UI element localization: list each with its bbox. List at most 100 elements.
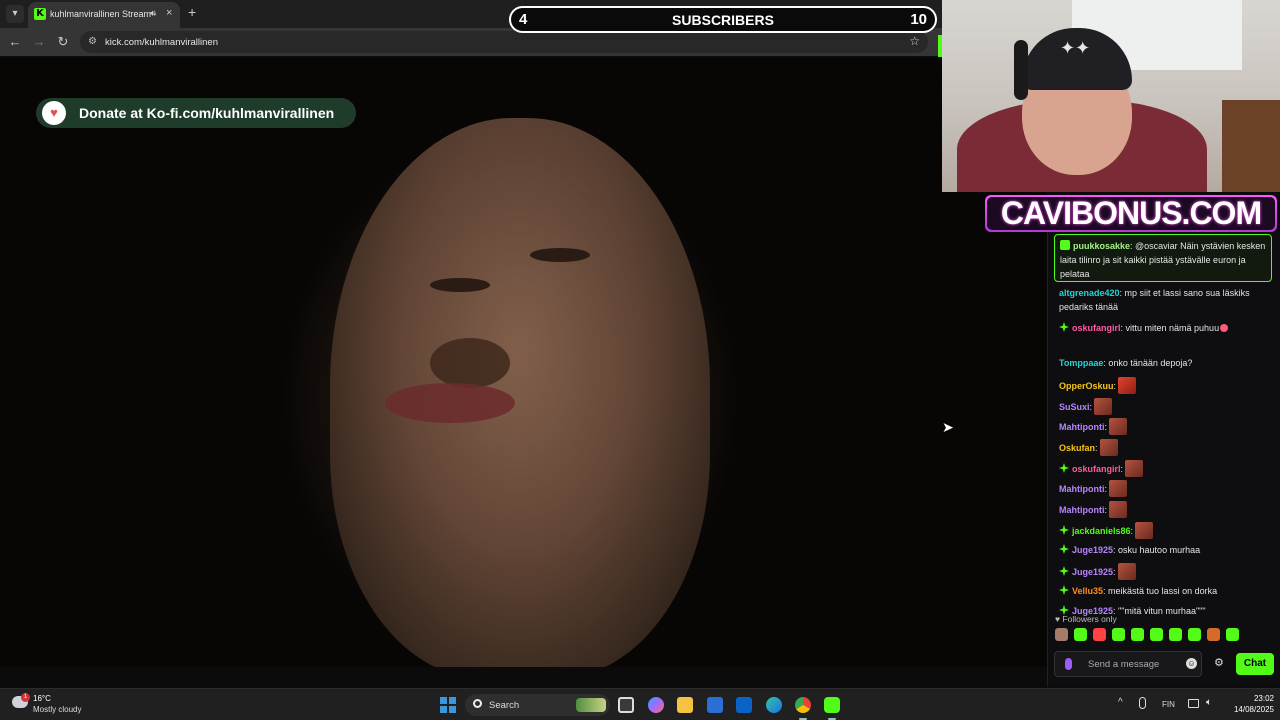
followers-only-text: Followers only [1062, 614, 1117, 624]
file-explorer-icon[interactable] [677, 697, 693, 713]
chat-username[interactable]: Juge1925 [1072, 545, 1113, 555]
network-icon[interactable] [1188, 699, 1199, 708]
chat-message: altgrenade420: mp siit et lassi sano sua… [1059, 286, 1269, 314]
emote-icon [1109, 418, 1128, 435]
outlook-icon[interactable] [736, 697, 752, 713]
mouse-cursor-icon: ➤ [942, 419, 954, 435]
clock-time[interactable]: 23:02 [1228, 694, 1274, 703]
tab-search-icon[interactable]: ▾ [6, 5, 24, 23]
quick-emote-icon[interactable] [1226, 628, 1239, 641]
chat-username[interactable]: Tomppaae [1059, 358, 1103, 368]
headset-icon [1014, 40, 1028, 100]
chat-username[interactable]: Oskufan [1059, 443, 1095, 453]
temperature[interactable]: 16°C [33, 694, 51, 703]
task-view-icon[interactable] [618, 697, 634, 713]
volume-icon[interactable]: 🔈︎ [1206, 697, 1212, 708]
microphone-icon[interactable] [1065, 658, 1072, 670]
subscriber-label: SUBSCRIBERS [672, 12, 774, 28]
chat-username[interactable]: SuSuxi [1059, 402, 1090, 412]
kick-favicon-icon: K [34, 8, 46, 20]
chat-send-button[interactable]: Chat [1236, 653, 1274, 675]
gear-icon[interactable]: ⚙ [1214, 656, 1224, 669]
chat-input-placeholder: Send a message [1088, 659, 1160, 670]
kofi-cup-icon: ♥ [42, 101, 66, 125]
chat-username[interactable]: Juge1925 [1072, 567, 1113, 577]
chat-message: Vellu35: meikästä tuo lassi on dorka [1059, 584, 1273, 598]
chat-username[interactable]: altgrenade420 [1059, 288, 1120, 298]
sparkle-badge-icon [1059, 544, 1069, 554]
quick-emote-icon[interactable] [1150, 628, 1163, 641]
star-bookmark-icon[interactable]: ☆ [909, 34, 920, 48]
pinned-message-text: puukkosakke: @oscaviar Näin ystävien kes… [1060, 239, 1268, 281]
donate-banner: ♥ Donate at Ko-fi.com/kuhlmanvirallinen [36, 98, 356, 128]
chat-message: oskufangirl: vittu miten nämä puhuu [1059, 321, 1273, 335]
chat-text: : [1089, 402, 1093, 412]
chat-username[interactable]: Vellu35 [1072, 586, 1103, 596]
quick-emote-icon[interactable] [1112, 628, 1125, 641]
chat-text: : [1104, 505, 1108, 515]
taskbar-search-label: Search [489, 700, 520, 711]
site-info-icon[interactable]: ⚙︎ [88, 36, 97, 47]
chat-text: : meikästä tuo lassi on dorka [1103, 586, 1218, 596]
emote-icon [1109, 501, 1128, 518]
quick-emote-icon[interactable] [1169, 628, 1182, 641]
chat-text: : onko tänään depoja? [1103, 358, 1193, 368]
chrome-icon[interactable] [795, 697, 811, 713]
chat-username[interactable]: OpperOskuu [1059, 381, 1114, 391]
reload-icon[interactable]: ↻ [55, 34, 71, 50]
chat-input[interactable]: Send a message ☺ [1054, 651, 1202, 677]
chat-text: : [1113, 567, 1116, 577]
screen: ▾ K kuhlmanvirallinen Stream - 🔊︎ × + ← … [0, 0, 1280, 720]
subscriber-badge-icon [1060, 240, 1070, 250]
chat-username[interactable]: Mahtiponti [1059, 484, 1105, 494]
edge-icon[interactable] [766, 697, 782, 713]
chat-username[interactable]: oskufangirl [1072, 323, 1121, 333]
taskbar-search[interactable]: Search [465, 694, 610, 716]
quick-emote-icon[interactable] [1188, 628, 1201, 641]
tray-chevron-icon[interactable]: ^ [1118, 697, 1123, 708]
new-tab-icon[interactable]: + [188, 4, 196, 20]
face-eye-left [430, 278, 490, 292]
tray-microphone-icon[interactable] [1139, 697, 1146, 709]
browser-tab[interactable]: K kuhlmanvirallinen Stream - 🔊︎ × [28, 2, 180, 28]
subscriber-goal-bar: 4 SUBSCRIBERS 10 [509, 6, 937, 33]
pinned-message[interactable]: puukkosakke: @oscaviar Näin ystävien kes… [1054, 234, 1272, 282]
windows-start-icon[interactable] [440, 697, 456, 713]
emote-icon [1109, 480, 1128, 497]
quick-emote-icon[interactable] [1074, 628, 1087, 641]
cap-logo-icon: ✦✦ [1060, 38, 1091, 58]
speaker-icon[interactable]: 🔊︎ [150, 8, 156, 19]
quick-emote-icon[interactable] [1093, 628, 1106, 641]
chat-messages[interactable]: puukkosakke: @oscaviar Näin ystävien kes… [1048, 232, 1280, 616]
tab-title: kuhlmanvirallinen Stream - [50, 9, 157, 19]
close-tab-icon[interactable]: × [166, 7, 172, 19]
chat-username[interactable]: puukkosakke [1073, 241, 1130, 251]
clock-date[interactable]: 14/08/2025 [1222, 705, 1274, 714]
chat-username[interactable]: jackdaniels86 [1072, 526, 1131, 536]
forward-icon[interactable]: → [31, 34, 47, 49]
tray-language[interactable]: FIN [1162, 700, 1175, 709]
copilot-icon[interactable] [648, 697, 664, 713]
quick-emote-icon[interactable] [1131, 628, 1144, 641]
quick-emote-icon[interactable] [1207, 628, 1220, 641]
store-icon[interactable] [707, 697, 723, 713]
chat-panel: puukkosakke: @oscaviar Näin ystävien kes… [1047, 232, 1280, 687]
cavibonus-banner: CAVIBONUS.COM [985, 195, 1277, 232]
chat-username[interactable]: Mahtiponti [1059, 505, 1105, 515]
chat-username[interactable]: Mahtiponti [1059, 422, 1105, 432]
emoji-icon [1220, 324, 1229, 332]
chat-username[interactable]: oskufangirl [1072, 464, 1121, 474]
emoji-picker-icon[interactable]: ☺ [1186, 658, 1197, 669]
back-icon[interactable]: ← [7, 34, 23, 49]
weather-alert-badge: 1 [21, 693, 30, 702]
stream-video[interactable]: ♥ Donate at Ko-fi.com/kuhlmanvirallinen [0, 58, 1047, 667]
address-bar[interactable]: ⚙︎ kick.com/kuhlmanvirallinen ☆ [80, 31, 928, 53]
chat-text: : ""mitä vitun murhaa""" [1113, 606, 1206, 616]
search-icon [473, 699, 482, 708]
subscriber-goal: 10 [910, 11, 927, 28]
weather-description[interactable]: Mostly cloudy [33, 705, 81, 714]
emote-icon [1117, 563, 1136, 580]
kick-app-icon[interactable] [824, 697, 840, 713]
quick-emote-icon[interactable] [1055, 628, 1068, 641]
windows-taskbar: 1 16°C Mostly cloudy Search ^ FIN 🔈︎ 23:… [0, 688, 1280, 720]
